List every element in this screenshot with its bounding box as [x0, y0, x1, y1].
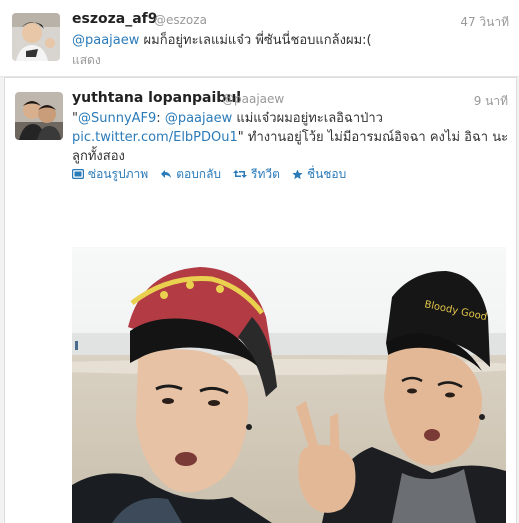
- avatar-image: [12, 13, 60, 61]
- reply-button[interactable]: ตอบกลับ: [160, 165, 221, 183]
- tweet-body: ผมก็อยู่ทะเลแม่แจ๋ว พี่ซันนี่ชอบแกล้งผม:…: [139, 33, 372, 48]
- mention-link-sunny[interactable]: @SunnyAF9: [78, 111, 156, 126]
- tweet-line-2: pic.twitter.com/ElbPDOu1" ทำงานอยู่โว้ย …: [72, 128, 512, 147]
- mention-link-paajaew[interactable]: @paajaew: [165, 111, 232, 126]
- tweet-line-3: ลูกทั้งสอง: [72, 149, 125, 164]
- reply-label: ตอบกลับ: [176, 166, 222, 181]
- tweet-line-1: "@SunnyAF9: @paajaew แม่แจ๋วผมอยู่ทะเลอิ…: [72, 109, 512, 128]
- avatar[interactable]: [12, 13, 60, 61]
- avatar-image: [15, 92, 63, 140]
- mention-link[interactable]: @paajaew: [72, 33, 139, 48]
- reply-arrow-icon: [161, 170, 172, 178]
- beach-selfie-image: Bloody Good: [72, 247, 506, 523]
- text-fragment: :: [156, 111, 165, 126]
- tweet-actions: ซ่อนรูปภาพ ตอบกลับ รีทวีต ชื่นชอบ: [72, 165, 346, 183]
- tweet-timestamp[interactable]: 47 วินาที: [460, 13, 509, 32]
- star-icon: [292, 168, 303, 179]
- favorite-label: ชื่นชอบ: [306, 166, 347, 181]
- pic-link[interactable]: pic.twitter.com/ElbPDOu1: [72, 130, 238, 145]
- hide-photo-label: ซ่อนรูปภาพ: [88, 166, 149, 181]
- photo-icon: [72, 169, 84, 179]
- tweet-text: @paajaew ผมก็อยู่ทะเลแม่แจ๋ว พี่ซันนี่ชอ…: [72, 31, 508, 50]
- expand-link[interactable]: แสดง: [72, 51, 101, 70]
- retweet-icon: [233, 170, 248, 178]
- retweet-label: รีทวีต: [251, 166, 280, 181]
- retweet-button[interactable]: รีทวีต: [233, 165, 280, 183]
- author-handle[interactable]: @paajaew: [222, 92, 284, 106]
- author-handle[interactable]: @eszoza: [154, 13, 207, 27]
- hide-photo-button[interactable]: ซ่อนรูปภาพ: [72, 165, 148, 183]
- author-name[interactable]: yuthtana lopanpaibul: [72, 90, 241, 106]
- tweet-yuthtana[interactable]: yuthtana lopanpaibul @paajaew 9 นาที "@S…: [4, 77, 517, 523]
- author-name[interactable]: eszoza_af9: [72, 11, 157, 27]
- avatar[interactable]: [15, 92, 63, 140]
- tweet-text: "@SunnyAF9: @paajaew แม่แจ๋วผมอยู่ทะเลอิ…: [72, 109, 512, 166]
- tweet-photo[interactable]: Bloody Good: [72, 247, 506, 523]
- tweet-eszoza[interactable]: eszoza_af9 @eszoza 47 วินาที @paajaew ผม…: [0, 0, 519, 77]
- text-fragment: " ทำงานอยู่โว้ย ไม่มีอารมณ์อิจฉา คงไม่ อ…: [237, 130, 509, 145]
- text-fragment: แม่แจ๋วผมอยู่ทะเลอิฉาป่าว: [232, 111, 383, 126]
- favorite-button[interactable]: ชื่นชอบ: [292, 165, 346, 183]
